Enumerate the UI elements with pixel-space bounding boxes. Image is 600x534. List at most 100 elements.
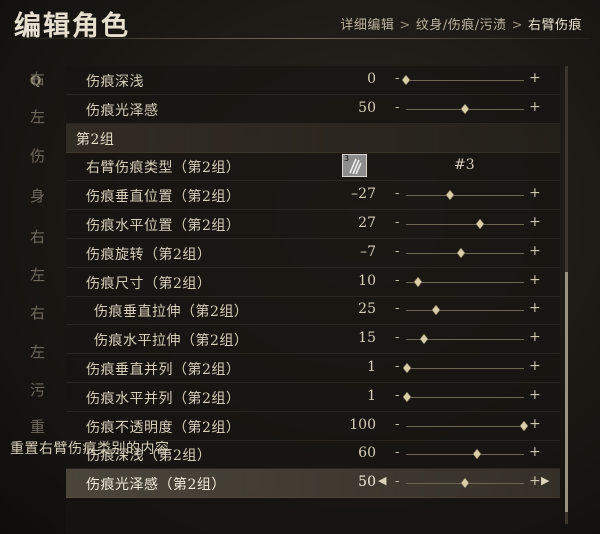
category-item[interactable]: 右 bbox=[30, 302, 45, 323]
category-item[interactable]: 污 bbox=[30, 379, 45, 400]
breadcrumb-separator: > bbox=[399, 18, 411, 33]
slider-knob[interactable] bbox=[457, 247, 466, 258]
minus-icon[interactable]: - bbox=[395, 273, 399, 288]
setting-value: 50 bbox=[358, 99, 376, 116]
slider-knob[interactable] bbox=[403, 391, 412, 402]
slider-track[interactable] bbox=[406, 247, 524, 258]
decrease-arrow-icon[interactable]: ◀ bbox=[378, 474, 386, 487]
slider-track[interactable] bbox=[406, 478, 524, 489]
breadcrumb-item-current: 右臂伤痕 bbox=[527, 18, 582, 33]
slider-track[interactable] bbox=[406, 305, 524, 316]
setting-row[interactable]: 伤痕不透明度（第2组） 100 - + bbox=[66, 412, 560, 441]
breadcrumb-item-detail[interactable]: 详细编辑 bbox=[340, 18, 394, 33]
plus-icon[interactable]: + bbox=[529, 214, 541, 230]
setting-row[interactable]: 伤痕水平并列（第2组） 1 - + bbox=[66, 383, 560, 412]
setting-label: 伤痕垂直拉伸（第2组） bbox=[94, 304, 249, 321]
plus-icon[interactable]: + bbox=[529, 387, 541, 403]
scrollbar-thumb[interactable] bbox=[565, 272, 568, 512]
setting-label: 伤痕水平位置（第2组） bbox=[86, 218, 241, 234]
increase-arrow-icon[interactable]: ▶ bbox=[541, 474, 549, 487]
category-item[interactable]: 左 bbox=[30, 264, 45, 285]
minus-icon[interactable]: - bbox=[395, 417, 399, 432]
slider-knob[interactable] bbox=[419, 334, 428, 345]
setting-row[interactable]: 伤痕尺寸（第2组） 10 - + bbox=[66, 268, 560, 297]
plus-icon[interactable]: + bbox=[529, 416, 541, 432]
plus-icon[interactable]: + bbox=[529, 473, 541, 489]
minus-icon[interactable]: - bbox=[395, 244, 399, 259]
setting-value: 15 bbox=[358, 330, 376, 347]
slider-knob[interactable] bbox=[403, 363, 412, 373]
plus-icon[interactable]: + bbox=[529, 444, 541, 460]
setting-row[interactable]: 伤痕旋转（第2组） –7 - + bbox=[66, 239, 560, 268]
minus-icon[interactable]: - bbox=[395, 301, 399, 316]
setting-row[interactable]: 伤痕深浅 0 - + bbox=[66, 66, 560, 95]
plus-icon[interactable]: + bbox=[529, 300, 541, 316]
slider-track[interactable] bbox=[403, 391, 524, 402]
setting-row[interactable]: 伤痕水平拉伸（第2组） 15 - + bbox=[66, 325, 560, 355]
slider-knob[interactable] bbox=[520, 420, 528, 431]
setting-row[interactable]: 伤痕水平位置（第2组） 27 - + bbox=[66, 210, 560, 239]
setting-value: 60 bbox=[358, 445, 376, 462]
category-item[interactable]: 重 bbox=[30, 416, 45, 437]
setting-row[interactable]: 伤痕光泽感（第2组） 50 ◀ - + ▶ bbox=[66, 469, 560, 499]
plus-icon[interactable]: + bbox=[529, 272, 541, 288]
category-item[interactable]: 左 bbox=[30, 106, 45, 127]
setting-value: 1 bbox=[367, 387, 376, 404]
slider-track[interactable] bbox=[406, 276, 524, 287]
slider-track[interactable] bbox=[402, 75, 524, 85]
setting-row[interactable]: 右臂伤痕类型（第2组） 3 #3 bbox=[66, 152, 560, 182]
category-item[interactable]: 右 bbox=[30, 68, 45, 89]
plus-icon[interactable]: + bbox=[529, 99, 541, 115]
setting-label: 伤痕旋转（第2组） bbox=[86, 246, 212, 263]
plus-icon[interactable]: + bbox=[529, 70, 541, 86]
plus-icon[interactable]: + bbox=[529, 358, 541, 374]
slider-knob[interactable] bbox=[431, 305, 440, 316]
plus-icon[interactable]: + bbox=[529, 243, 541, 259]
slider-track[interactable] bbox=[406, 190, 524, 201]
minus-icon[interactable]: - bbox=[395, 445, 399, 460]
slider-knob[interactable] bbox=[413, 276, 422, 287]
slider-track[interactable] bbox=[406, 103, 524, 114]
scar-type-thumbnail[interactable]: 3 bbox=[342, 154, 367, 178]
slider-track[interactable] bbox=[406, 449, 524, 460]
category-item[interactable]: 右 bbox=[30, 226, 45, 247]
minus-icon[interactable]: - bbox=[395, 100, 399, 115]
slider-knob[interactable] bbox=[476, 219, 485, 229]
setting-label: 伤痕水平拉伸（第2组） bbox=[94, 333, 249, 350]
slider-knob[interactable] bbox=[461, 103, 469, 114]
slider-track[interactable] bbox=[406, 420, 528, 431]
slider-knob[interactable] bbox=[445, 190, 454, 201]
setting-label: 伤痕不透明度（第2组） bbox=[86, 419, 241, 436]
setting-row[interactable]: 伤痕垂直位置（第2组） –27 - + bbox=[66, 181, 560, 211]
setting-value: –7 bbox=[360, 243, 376, 260]
plus-icon[interactable]: + bbox=[529, 185, 541, 201]
minus-icon[interactable]: - bbox=[395, 186, 399, 201]
category-item[interactable]: 伤 bbox=[30, 145, 45, 166]
setting-label: 伤痕水平并列（第2组） bbox=[86, 390, 241, 407]
breadcrumb-item-tattoo[interactable]: 纹身/伤痕/污渍 bbox=[416, 18, 507, 33]
minus-icon[interactable]: - bbox=[395, 388, 399, 403]
minus-icon[interactable]: - bbox=[395, 359, 399, 374]
category-item[interactable]: 身 bbox=[30, 185, 45, 206]
minus-icon[interactable]: - bbox=[395, 474, 399, 489]
setting-row[interactable]: 伤痕垂直并列（第2组） 1 - + bbox=[66, 354, 560, 383]
breadcrumb-separator: > bbox=[511, 18, 523, 33]
plus-icon[interactable]: + bbox=[529, 329, 541, 345]
setting-label: 伤痕垂直位置（第2组） bbox=[86, 189, 241, 206]
setting-row[interactable]: 伤痕光泽感 50 - + bbox=[66, 95, 560, 124]
reset-category-hint: 重置右臂伤痕类别的内容 bbox=[10, 441, 170, 457]
scrollbar[interactable] bbox=[565, 66, 568, 524]
setting-row[interactable]: 伤痕垂直拉伸（第2组） 25 - + bbox=[66, 296, 560, 326]
setting-value: 100 bbox=[349, 416, 376, 433]
setting-label: 伤痕尺寸（第2组） bbox=[86, 275, 212, 292]
slider-track[interactable] bbox=[406, 334, 524, 345]
minus-icon[interactable]: - bbox=[395, 71, 399, 86]
slider-knob[interactable] bbox=[402, 75, 410, 85]
slider-knob[interactable] bbox=[472, 449, 481, 460]
minus-icon[interactable]: - bbox=[395, 215, 399, 230]
category-item[interactable]: 左 bbox=[30, 341, 45, 362]
slider-knob[interactable] bbox=[461, 478, 469, 489]
minus-icon[interactable]: - bbox=[395, 330, 399, 345]
slider-track[interactable] bbox=[403, 363, 524, 373]
slider-track[interactable] bbox=[406, 219, 524, 229]
